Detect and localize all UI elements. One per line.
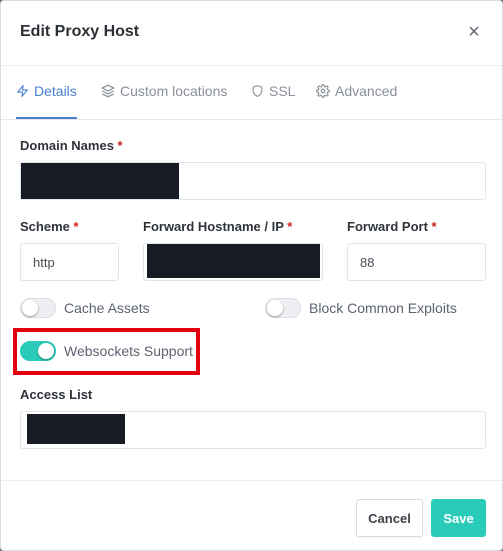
block-exploits-label: Block Common Exploits (309, 300, 457, 316)
cache-assets-toggle[interactable]: Cache Assets (20, 298, 150, 318)
save-button[interactable]: Save (431, 499, 486, 537)
domain-names-label: Domain Names * (20, 138, 123, 153)
block-exploits-toggle[interactable]: Block Common Exploits (265, 298, 457, 318)
forward-port-label-text: Forward Port (347, 219, 428, 234)
block-exploits-switch[interactable] (265, 298, 301, 318)
close-icon[interactable]: × (463, 21, 485, 43)
bolt-icon (16, 84, 29, 98)
gear-icon (316, 84, 330, 98)
domain-names-label-text: Domain Names (20, 138, 114, 153)
redacted-value (147, 244, 320, 278)
tab-details[interactable]: Details (16, 65, 77, 119)
forward-port-input[interactable]: 88 (347, 243, 486, 281)
tab-details-label: Details (34, 83, 77, 99)
required-marker: * (117, 138, 123, 153)
required-marker: * (431, 219, 437, 234)
modal-title: Edit Proxy Host (20, 23, 140, 40)
scheme-input[interactable]: http (20, 243, 119, 281)
tab-advanced[interactable]: Advanced (316, 65, 397, 117)
layers-icon (101, 84, 115, 98)
scheme-label: Scheme * (20, 219, 79, 234)
access-list-label-text: Access List (20, 387, 93, 402)
forward-port-label: Forward Port * (347, 219, 437, 234)
tab-custom-locations-label: Custom locations (120, 83, 228, 99)
cancel-button[interactable]: Cancel (356, 499, 423, 537)
tab-custom-locations[interactable]: Custom locations (101, 65, 227, 117)
forward-port-value: 88 (360, 254, 375, 270)
tab-bar: Details Custom locations SSL Advanced (1, 65, 502, 120)
forward-host-label-text: Forward Hostname / IP (143, 219, 284, 234)
tab-advanced-label: Advanced (335, 83, 398, 99)
cache-assets-label: Cache Assets (64, 300, 150, 316)
switch-knob (22, 300, 38, 316)
tab-ssl-label: SSL (269, 83, 296, 99)
required-marker: * (73, 219, 79, 234)
forward-host-label: Forward Hostname / IP * (143, 219, 292, 234)
redacted-value (21, 163, 179, 199)
scheme-label-text: Scheme (20, 219, 70, 234)
annotation-highlight-box (13, 328, 200, 375)
switch-knob (267, 300, 283, 316)
modal-footer: Cancel Save (1, 480, 502, 550)
redacted-value (27, 414, 125, 444)
modal-header: Edit Proxy Host × (1, 1, 502, 66)
cache-assets-switch[interactable] (20, 298, 56, 318)
shield-icon (251, 84, 264, 98)
edit-proxy-host-modal: Edit Proxy Host × Details Custom locatio… (0, 0, 503, 551)
required-marker: * (287, 219, 293, 234)
scheme-value: http (33, 254, 55, 270)
tab-ssl[interactable]: SSL (251, 65, 295, 117)
access-list-label: Access List (20, 387, 92, 402)
